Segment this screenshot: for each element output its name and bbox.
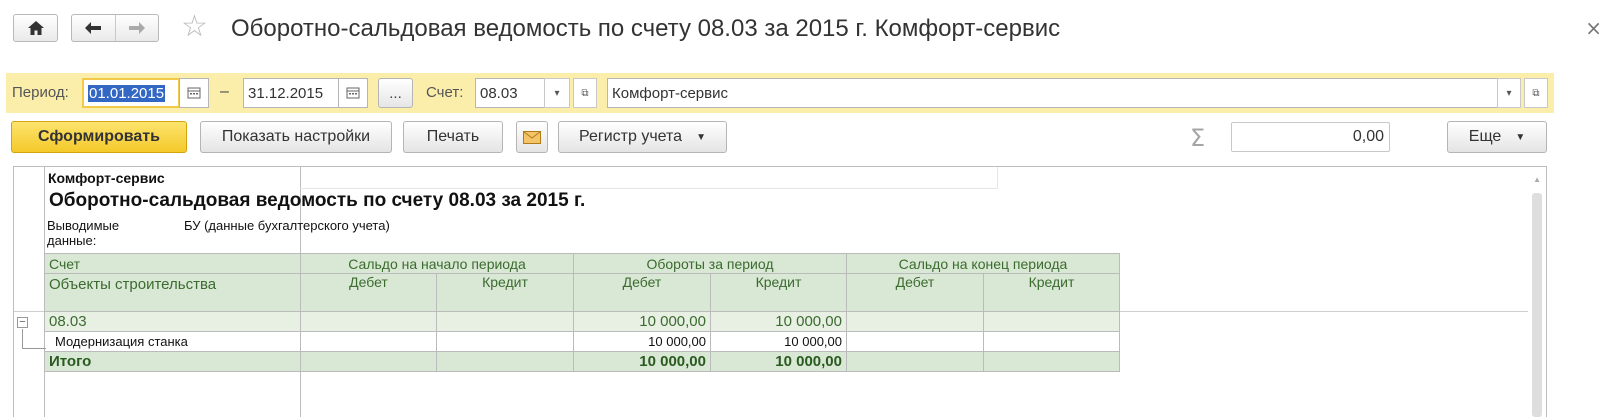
organization-field[interactable]: Комфорт-сервис xyxy=(607,78,1498,108)
register-button[interactable]: Регистр учета ▼ xyxy=(558,121,727,153)
header-closing-credit: Кредит xyxy=(983,273,1120,312)
value-cell xyxy=(436,331,574,352)
header-opening-balance: Сальдо на начало периода xyxy=(300,253,574,274)
header-objects: Объекты строительства xyxy=(44,273,301,312)
account-label: Счет: xyxy=(426,84,464,101)
tree-line xyxy=(22,329,23,349)
scroll-up-icon[interactable]: ▲ xyxy=(1533,175,1541,184)
tree-line xyxy=(22,348,46,349)
table-header-row: Счет Сальдо на начало периода Обороты за… xyxy=(44,253,1120,274)
dropdown-icon: ▼ xyxy=(1515,131,1526,143)
value-cell xyxy=(436,311,574,332)
back-arrow-icon xyxy=(85,22,102,34)
home-button[interactable] xyxy=(13,14,58,42)
home-icon xyxy=(27,21,44,35)
value-cell: 10 000,00 xyxy=(573,331,711,352)
value-cell xyxy=(983,331,1120,352)
date-to-field[interactable]: 31.12.2015 xyxy=(243,78,339,108)
organization-dropdown-button[interactable]: ▾ xyxy=(1497,78,1521,108)
open-icon: ⧉ xyxy=(581,87,589,99)
account-field[interactable]: 08.03 xyxy=(475,78,545,108)
account-cell: 08.03 xyxy=(44,311,301,332)
value-cell: 10 000,00 xyxy=(573,351,711,372)
date-from-calendar-button[interactable] xyxy=(179,78,209,108)
navigation-group xyxy=(71,14,159,42)
value-cell xyxy=(983,351,1120,372)
period-separator: – xyxy=(220,83,229,100)
dropdown-icon: ▾ xyxy=(1506,87,1512,99)
value-cell xyxy=(846,331,984,352)
value-cell xyxy=(983,311,1120,332)
report-organization: Комфорт-сервис xyxy=(48,170,165,186)
send-email-button[interactable] xyxy=(516,121,548,153)
print-button[interactable]: Печать xyxy=(403,121,503,153)
total-row[interactable]: Итого 10 000,00 10 000,00 xyxy=(44,351,1120,372)
date-to-calendar-button[interactable] xyxy=(338,78,368,108)
total-label: Итого xyxy=(44,351,301,372)
generate-button[interactable]: Сформировать xyxy=(11,121,187,153)
header-turnover: Обороты за период xyxy=(573,253,847,274)
value-cell xyxy=(300,311,437,332)
header-turnover-debit: Дебет xyxy=(573,273,711,312)
table-row[interactable]: Модернизация станка 10 000,00 10 000,00 xyxy=(44,331,1120,352)
value-cell xyxy=(846,351,984,372)
dropdown-icon: ▼ xyxy=(696,131,706,143)
more-button-label: Еще xyxy=(1468,128,1502,145)
sum-field: 0,00 xyxy=(1231,122,1390,152)
value-cell xyxy=(436,351,574,372)
organization-open-button[interactable]: ⧉ xyxy=(1524,78,1548,108)
sigma-icon: Σ xyxy=(1190,124,1206,152)
calendar-icon xyxy=(346,87,360,99)
collapse-icon[interactable]: − xyxy=(17,317,28,328)
output-data-value: БУ (данные бухгалтерского учета) xyxy=(184,218,390,233)
more-button[interactable]: Еще ▼ xyxy=(1447,121,1547,153)
open-icon: ⧉ xyxy=(1532,87,1540,99)
forward-button[interactable] xyxy=(114,15,158,41)
table-row[interactable]: 08.03 10 000,00 10 000,00 xyxy=(44,311,1120,332)
calendar-icon xyxy=(187,87,201,99)
mail-icon xyxy=(523,130,541,144)
header-opening-credit: Кредит xyxy=(436,273,574,312)
header-closing-balance: Сальдо на конец периода xyxy=(846,253,1120,274)
value-cell xyxy=(846,311,984,332)
value-cell: 10 000,00 xyxy=(710,331,847,352)
value-cell: 10 000,00 xyxy=(710,351,847,372)
table-header-row: Объекты строительства Дебет Кредит Дебет… xyxy=(44,273,1120,312)
report-title: Оборотно-сальдовая ведомость по счету 08… xyxy=(49,190,586,211)
scrollbar-thumb[interactable] xyxy=(1532,193,1542,417)
register-button-label: Регистр учета xyxy=(579,128,683,145)
vertical-scrollbar[interactable]: ▲ xyxy=(1528,167,1546,417)
period-select-button[interactable]: ... xyxy=(378,78,413,108)
page-title: Оборотно-сальдовая ведомость по счету 08… xyxy=(231,15,1061,42)
period-label: Период: xyxy=(12,84,69,101)
report-table: Счет Сальдо на начало периода Обороты за… xyxy=(44,253,1120,372)
star-icon[interactable]: ☆ xyxy=(181,12,208,42)
forward-arrow-icon xyxy=(128,22,145,34)
header-closing-debit: Дебет xyxy=(846,273,984,312)
header-turnover-credit: Кредит xyxy=(710,273,847,312)
value-cell xyxy=(300,331,437,352)
value-cell: 10 000,00 xyxy=(573,311,711,332)
account-dropdown-button[interactable]: ▾ xyxy=(544,78,570,108)
show-settings-button[interactable]: Показать настройки xyxy=(200,121,392,153)
value-cell xyxy=(300,351,437,372)
back-button[interactable] xyxy=(72,15,115,41)
dropdown-icon: ▾ xyxy=(554,87,560,99)
date-from-field[interactable]: 01.01.2015 xyxy=(82,78,180,108)
report-header-cell xyxy=(300,167,998,189)
account-open-button[interactable]: ⧉ xyxy=(573,78,597,108)
value-cell: 10 000,00 xyxy=(710,311,847,332)
object-cell: Модернизация станка xyxy=(44,331,301,352)
output-data-label: Выводимые данные: xyxy=(47,218,120,248)
header-opening-debit: Дебет xyxy=(300,273,437,312)
header-account: Счет xyxy=(44,253,301,274)
report-area[interactable]: Комфорт-сервис Оборотно-сальдовая ведомо… xyxy=(13,166,1547,417)
close-icon[interactable]: × xyxy=(1585,16,1602,40)
